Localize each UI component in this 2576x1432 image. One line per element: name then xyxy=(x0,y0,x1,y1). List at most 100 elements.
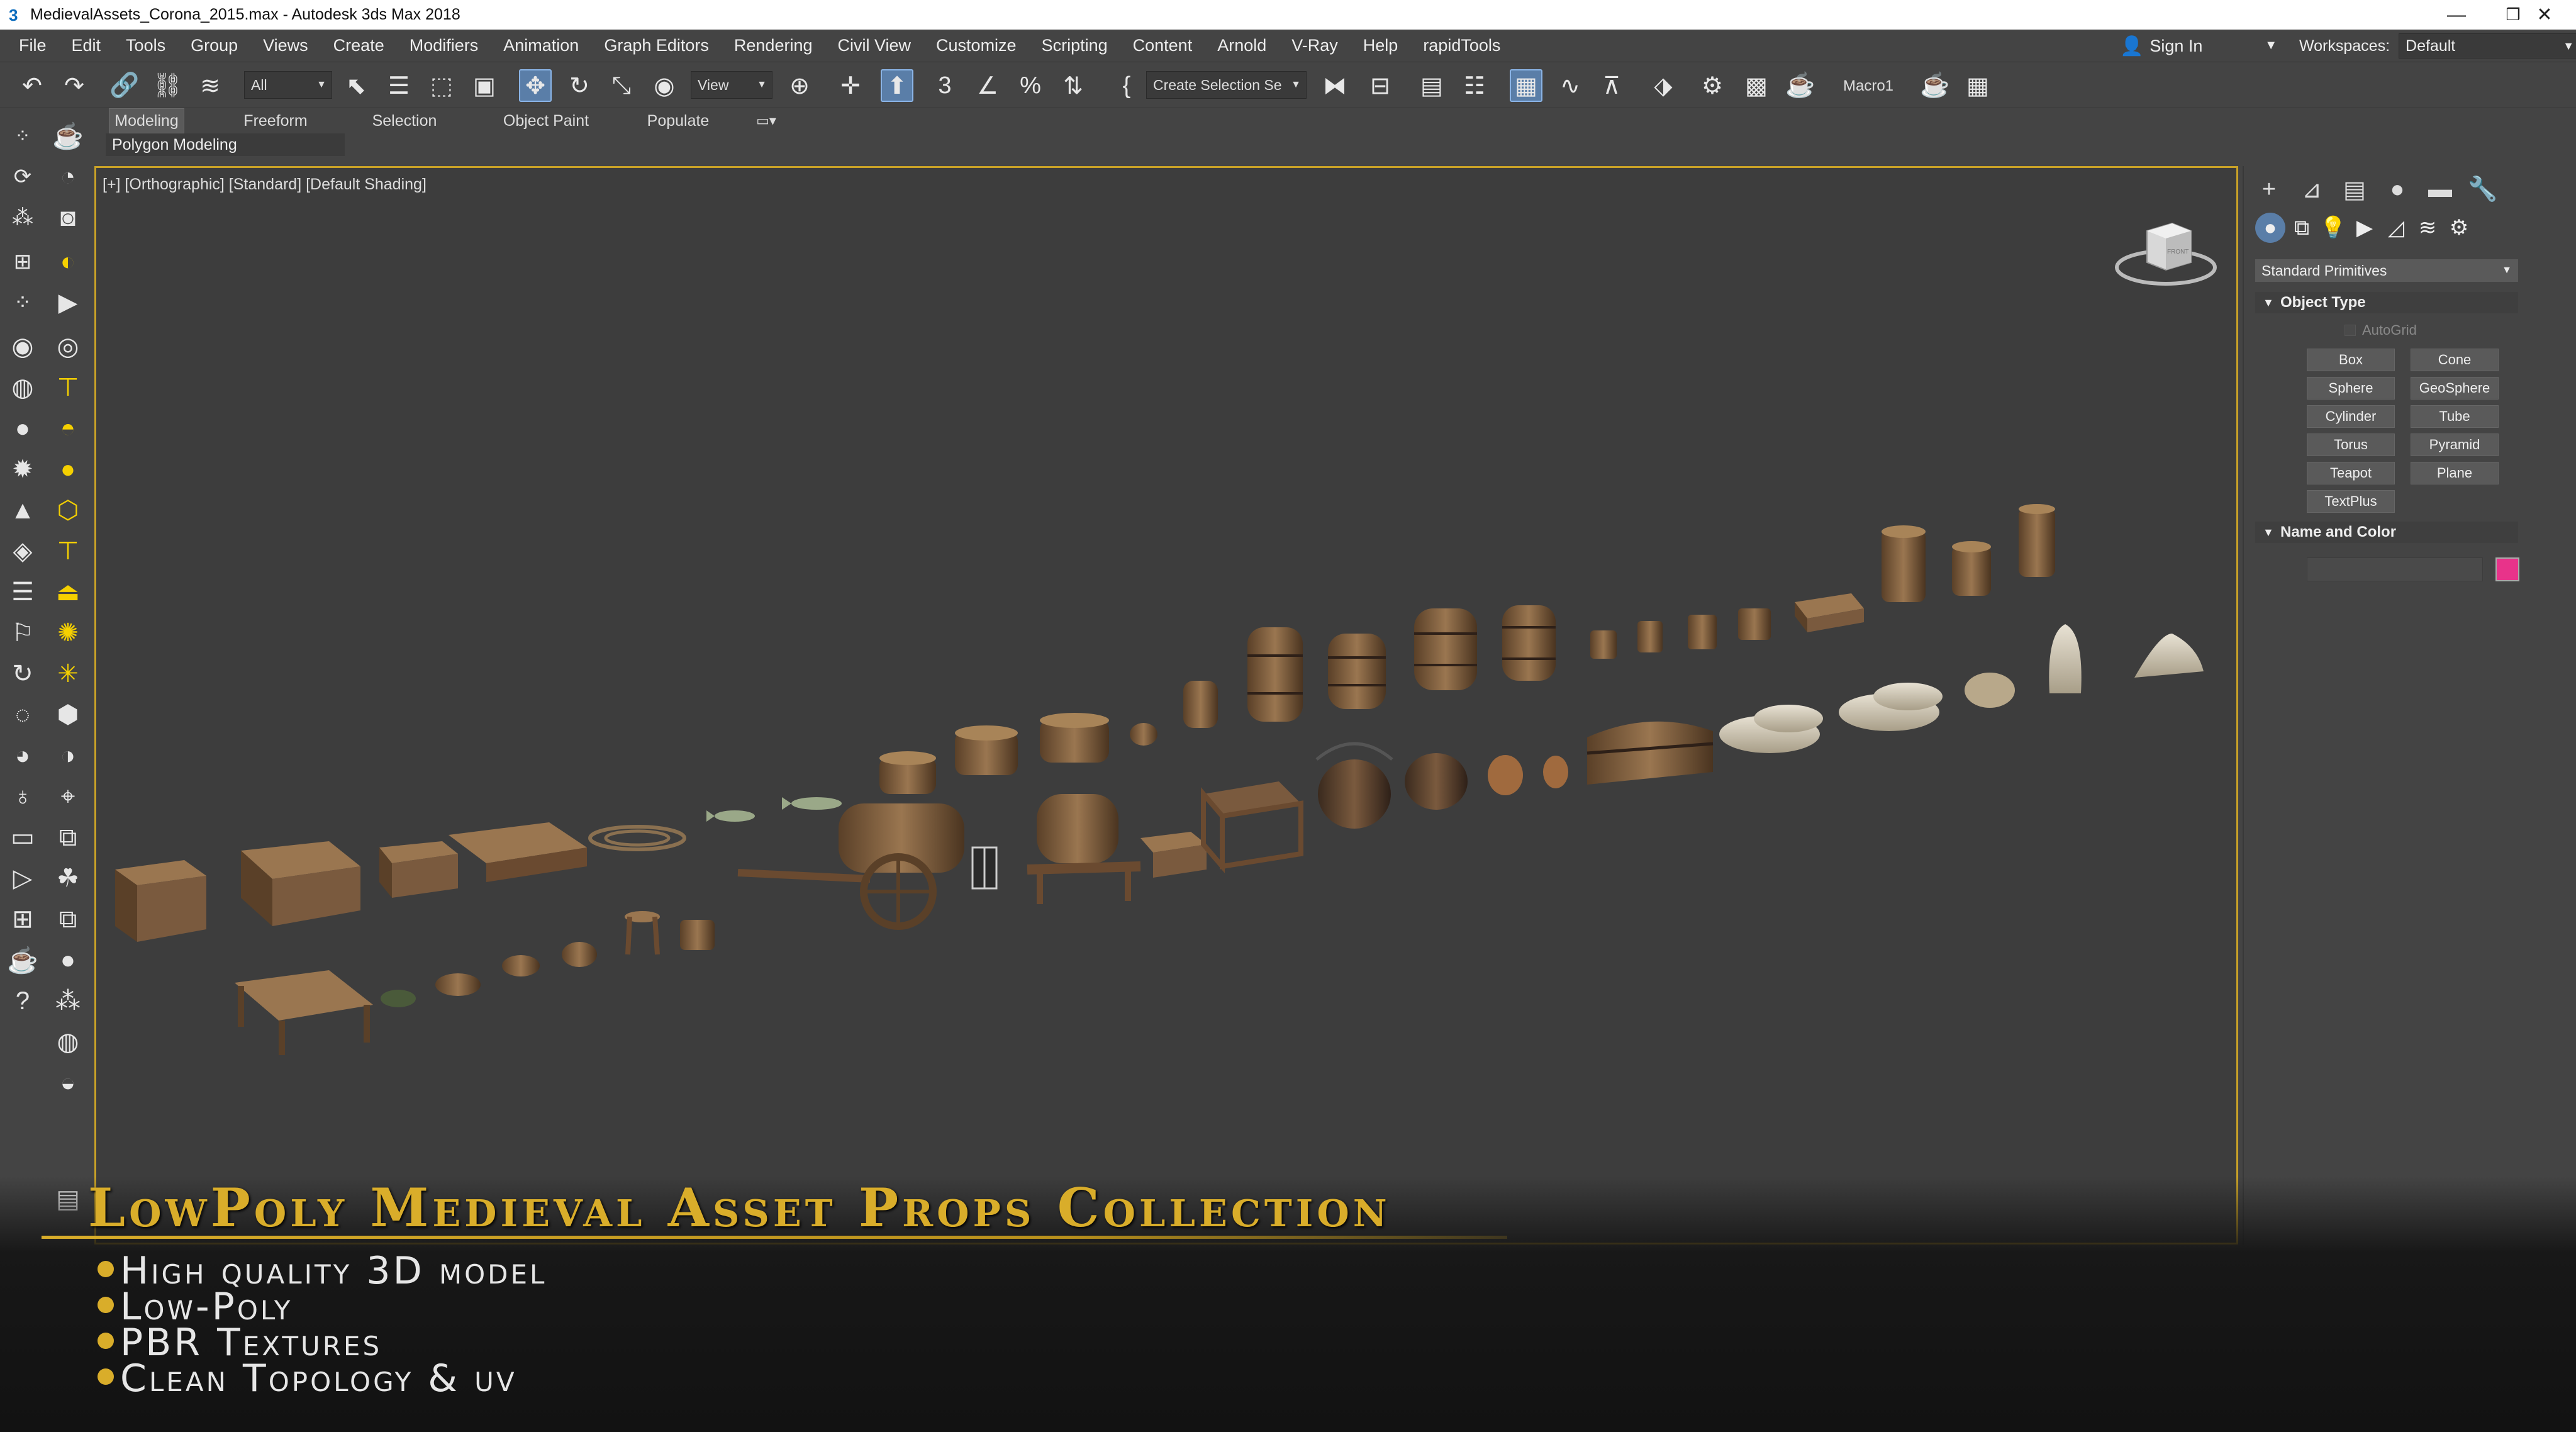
space-warps-icon[interactable]: ≋ xyxy=(2412,213,2443,243)
motion-tab-icon[interactable]: ● xyxy=(2380,174,2415,205)
hierarchy-tab-icon[interactable]: ▤ xyxy=(2337,174,2372,205)
cone-light-icon[interactable]: ▲ xyxy=(6,494,39,527)
align-icon[interactable]: ⊟ xyxy=(1364,69,1397,102)
toggle-ribbon-icon[interactable]: ▦ xyxy=(1510,69,1542,102)
menu-views[interactable]: Views xyxy=(263,36,308,55)
autogrid-checkbox[interactable]: AutoGrid xyxy=(2345,322,2417,338)
shader-ball-icon[interactable]: ◍ xyxy=(52,1026,84,1058)
select-by-name-icon[interactable]: ☰ xyxy=(382,69,415,102)
omni-light-icon[interactable]: ⊤ xyxy=(52,535,84,568)
material-swatch-icon[interactable]: ◒ xyxy=(52,1066,84,1099)
dual-camera-icon[interactable]: ◍ xyxy=(6,371,39,404)
layer-explorer-icon[interactable]: ☷ xyxy=(1458,69,1491,102)
spacewarp-icon[interactable]: ⚐ xyxy=(6,617,39,649)
edit-poly-icon[interactable]: ⧉ xyxy=(52,821,84,854)
named-selection-dropdown[interactable]: Create Selection Se ▼ xyxy=(1146,71,1307,99)
camera-icon[interactable]: ◉ xyxy=(6,330,39,363)
schematic-view-icon[interactable]: ⊼ xyxy=(1595,69,1628,102)
tab-freeform[interactable]: Freeform xyxy=(235,108,316,133)
helpers-icon[interactable]: ◿ xyxy=(2381,213,2411,243)
help-icon[interactable]: ? xyxy=(6,985,39,1017)
plane-button[interactable]: Plane xyxy=(2411,462,2499,484)
select-and-place-icon[interactable]: ◉ xyxy=(648,69,681,102)
shapes-icon[interactable]: ◌ xyxy=(6,698,39,731)
primitive-category-dropdown[interactable]: Standard Primitives ▼ xyxy=(2255,259,2518,282)
point-light-icon[interactable]: ● xyxy=(6,412,39,445)
manipulate-icon[interactable]: ✛ xyxy=(834,69,867,102)
pyramid-button[interactable]: Pyramid xyxy=(2411,434,2499,456)
minimize-button[interactable]: — xyxy=(2428,0,2485,30)
hexagon-light-icon[interactable]: ⬡ xyxy=(52,494,84,527)
object-name-field[interactable] xyxy=(2307,557,2483,581)
teapot-button[interactable]: Teapot xyxy=(2307,462,2395,484)
list-icon[interactable]: ☰ xyxy=(6,576,39,608)
menu-modifiers[interactable]: Modifiers xyxy=(410,36,479,55)
select-and-scale-icon[interactable]: ⤡ xyxy=(605,69,638,102)
select-and-rotate-icon[interactable]: ↻ xyxy=(563,69,596,102)
tab-object-paint[interactable]: Object Paint xyxy=(489,108,603,133)
tab-modeling[interactable]: Modeling xyxy=(109,108,184,133)
scene-explorer-icon[interactable]: ▤ xyxy=(1415,69,1448,102)
render-production-icon[interactable]: ☕ xyxy=(1784,69,1817,102)
object-type-rollout[interactable]: ▼ Object Type xyxy=(2255,292,2518,313)
edit-named-selection-icon[interactable]: { xyxy=(1110,69,1143,102)
orbit-icon[interactable]: ⟳ xyxy=(6,160,39,193)
app-icon[interactable]: 3 xyxy=(9,6,23,24)
grey-sphere-icon[interactable]: ● xyxy=(52,944,84,976)
dome-light-icon[interactable]: ◓ xyxy=(52,412,84,445)
tube-button[interactable]: Tube xyxy=(2411,405,2499,428)
menu-file[interactable]: File xyxy=(19,36,47,55)
grid-layout-icon[interactable]: ▦ xyxy=(1961,69,1994,102)
menu-scripting[interactable]: Scripting xyxy=(1042,36,1108,55)
cube-icon[interactable]: ⬢ xyxy=(52,698,84,731)
bulb-icon[interactable]: ♁ xyxy=(6,780,39,813)
camera-box-icon[interactable]: ◙ xyxy=(52,201,84,234)
window-crossing-icon[interactable]: ▣ xyxy=(468,69,501,102)
hair-icon[interactable]: ☘ xyxy=(52,862,84,895)
ribbon-options-icon[interactable]: ▭▾ xyxy=(744,108,788,133)
menu-graph-editors[interactable]: Graph Editors xyxy=(604,36,709,55)
add-panel-icon[interactable]: ⊞ xyxy=(6,903,39,936)
perspective-viewport[interactable]: [+] [Orthographic] [Standard] [Default S… xyxy=(94,166,2238,1245)
rendered-frame-window-icon[interactable]: ▩ xyxy=(1740,69,1773,102)
spotlight-icon[interactable]: ⊤ xyxy=(52,371,84,404)
textplus-button[interactable]: TextPlus xyxy=(2307,490,2395,513)
cone-button[interactable]: Cone xyxy=(2411,349,2499,371)
angle-snap-icon[interactable]: ∠ xyxy=(971,69,1004,102)
compass-icon[interactable]: ⌖ xyxy=(52,780,84,813)
menu-rendering[interactable]: Rendering xyxy=(734,36,813,55)
bind-space-warp-icon[interactable]: ≋ xyxy=(194,69,226,102)
polygon-modeling-panel[interactable]: Polygon Modeling xyxy=(106,133,345,156)
sky-sun-icon[interactable]: ✺ xyxy=(52,617,84,649)
menu-civil-view[interactable]: Civil View xyxy=(838,36,912,55)
geosphere-button[interactable]: GeoSphere xyxy=(2411,377,2499,400)
menu-group[interactable]: Group xyxy=(191,36,238,55)
multi-sphere-icon[interactable]: ⁂ xyxy=(52,985,84,1017)
systems-icon[interactable]: ⚙ xyxy=(2444,213,2474,243)
utilities-tab-icon[interactable]: 🔧 xyxy=(2465,174,2501,205)
menu-content[interactable]: Content xyxy=(1133,36,1193,55)
percent-snap-icon[interactable]: % xyxy=(1014,69,1047,102)
ies-sun-icon[interactable]: ✳ xyxy=(52,657,84,690)
clone-icon[interactable]: ⧉ xyxy=(52,903,84,936)
sphere-cage-icon[interactable]: ◔ xyxy=(52,160,84,193)
film-camera-icon[interactable]: ◎ xyxy=(52,330,84,363)
menu-help[interactable]: Help xyxy=(1363,36,1398,55)
display-tab-icon[interactable]: ▬ xyxy=(2423,174,2458,205)
selection-filter-dropdown[interactable]: All ▼ xyxy=(244,71,332,99)
tab-selection[interactable]: Selection xyxy=(360,108,449,133)
keyboard-shortcut-override-icon[interactable]: ⬆ xyxy=(881,69,913,102)
area-light-icon[interactable]: ⏏ xyxy=(52,576,84,608)
teapot-icon[interactable]: ☕ xyxy=(52,120,84,152)
geometry-icon[interactable]: ● xyxy=(2255,213,2285,243)
half-sphere-icon[interactable]: ◑ xyxy=(52,739,84,772)
workspaces-dropdown[interactable]: Default ▼ xyxy=(2399,33,2576,59)
name-and-color-rollout[interactable]: ▼ Name and Color xyxy=(2255,522,2518,543)
material-ball-icon[interactable]: ◕ xyxy=(6,739,39,772)
create-tab-icon[interactable]: + xyxy=(2251,174,2287,205)
sign-in-button[interactable]: 👤 Sign In ▼ xyxy=(2120,30,2277,62)
menu-animation[interactable]: Animation xyxy=(503,36,579,55)
menu-tools[interactable]: Tools xyxy=(126,36,165,55)
menu-vray[interactable]: V-Ray xyxy=(1291,36,1338,55)
redo-icon[interactable]: ↷ xyxy=(58,69,91,102)
